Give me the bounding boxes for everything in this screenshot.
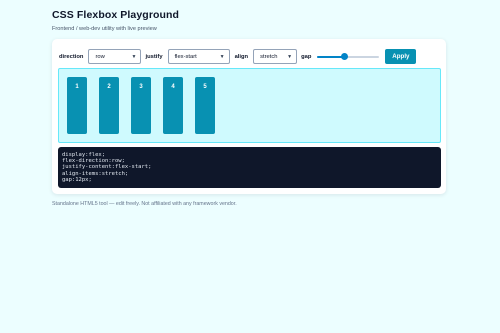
justify-select-value: flex-start: [174, 53, 197, 60]
gap-slider-thumb[interactable]: [341, 52, 349, 60]
controls-bar: direction row ▼ justify flex-start ▼ ali…: [59, 48, 417, 65]
direction-select-value: row: [95, 53, 105, 60]
playground-card: direction row ▼ justify flex-start ▼ ali…: [52, 39, 446, 194]
align-select-value: stretch: [260, 53, 278, 60]
css-output: display:flex; flex-direction:row; justif…: [58, 147, 441, 188]
align-select[interactable]: stretch ▼: [253, 49, 298, 64]
gap-label: gap: [301, 53, 312, 60]
code-line: gap:12px;: [62, 176, 92, 183]
apply-button[interactable]: Apply: [385, 49, 417, 64]
flex-item: 4: [163, 77, 183, 134]
flex-item: 2: [99, 77, 119, 134]
flex-preview: 1 2 3 4 5: [58, 68, 441, 143]
flex-item: 5: [195, 77, 215, 134]
chevron-down-icon: ▼: [219, 53, 225, 60]
page-title: CSS Flexbox Playground: [52, 9, 180, 21]
page-subtitle: Frontend / web-dev utility with live pre…: [52, 26, 157, 32]
flex-item: 3: [131, 77, 151, 134]
flex-item: 1: [67, 77, 87, 134]
direction-label: direction: [59, 53, 84, 60]
gap-slider[interactable]: [317, 52, 380, 60]
chevron-down-icon: ▼: [287, 53, 293, 60]
direction-select[interactable]: row ▼: [88, 49, 142, 64]
justify-select[interactable]: flex-start ▼: [167, 49, 230, 64]
align-label: align: [234, 53, 249, 60]
chevron-down-icon: ▼: [131, 53, 137, 60]
footer-note: Standalone HTML5 tool — edit freely. Not…: [52, 201, 237, 207]
justify-label: justify: [145, 53, 163, 60]
